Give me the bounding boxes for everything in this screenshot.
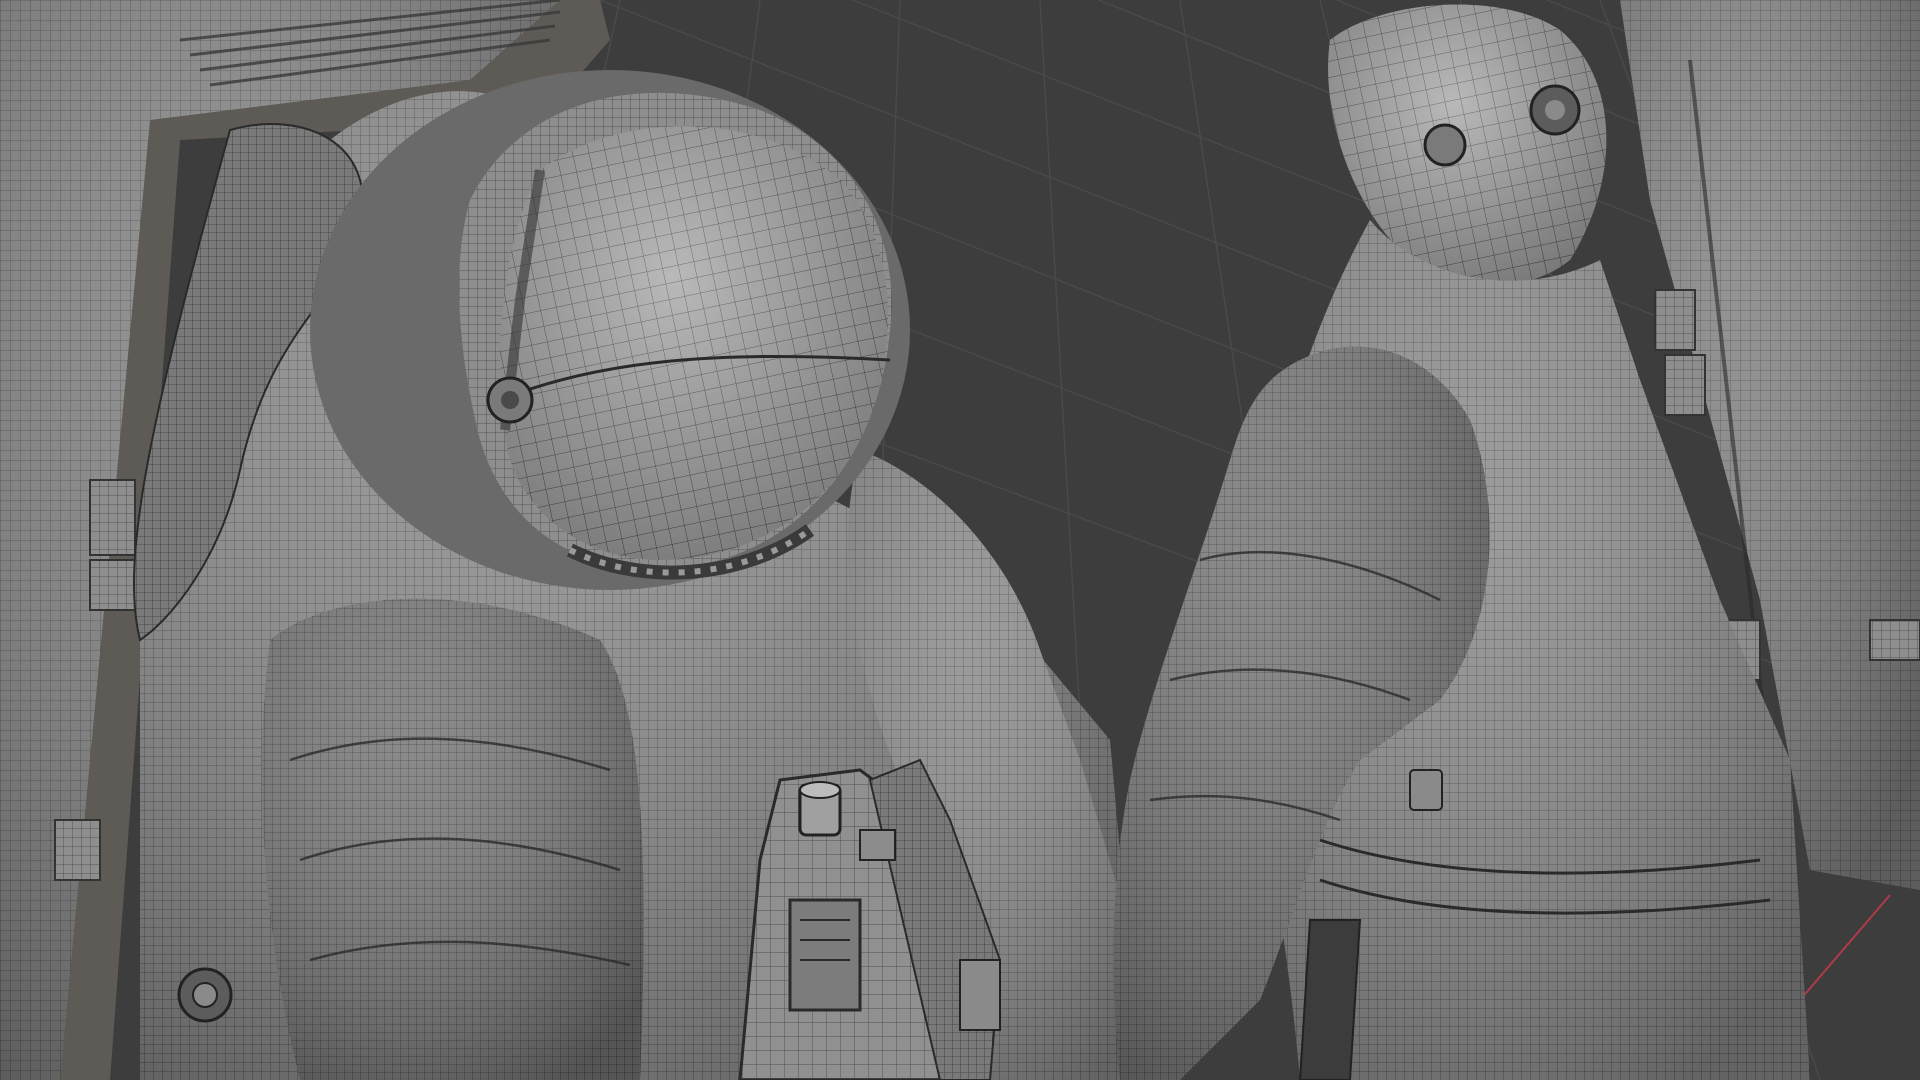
astronaut-left[interactable] — [0, 0, 1160, 1080]
x-axis-line — [1799, 894, 1891, 1001]
astronaut-right[interactable] — [1113, 0, 1920, 1080]
viewport-canvas[interactable] — [0, 0, 1920, 1080]
helmet-left[interactable] — [310, 70, 910, 590]
helmet-pivot-right — [1423, 123, 1467, 167]
3d-viewport[interactable] — [0, 0, 1920, 1080]
arm-left-front[interactable] — [261, 598, 644, 1080]
